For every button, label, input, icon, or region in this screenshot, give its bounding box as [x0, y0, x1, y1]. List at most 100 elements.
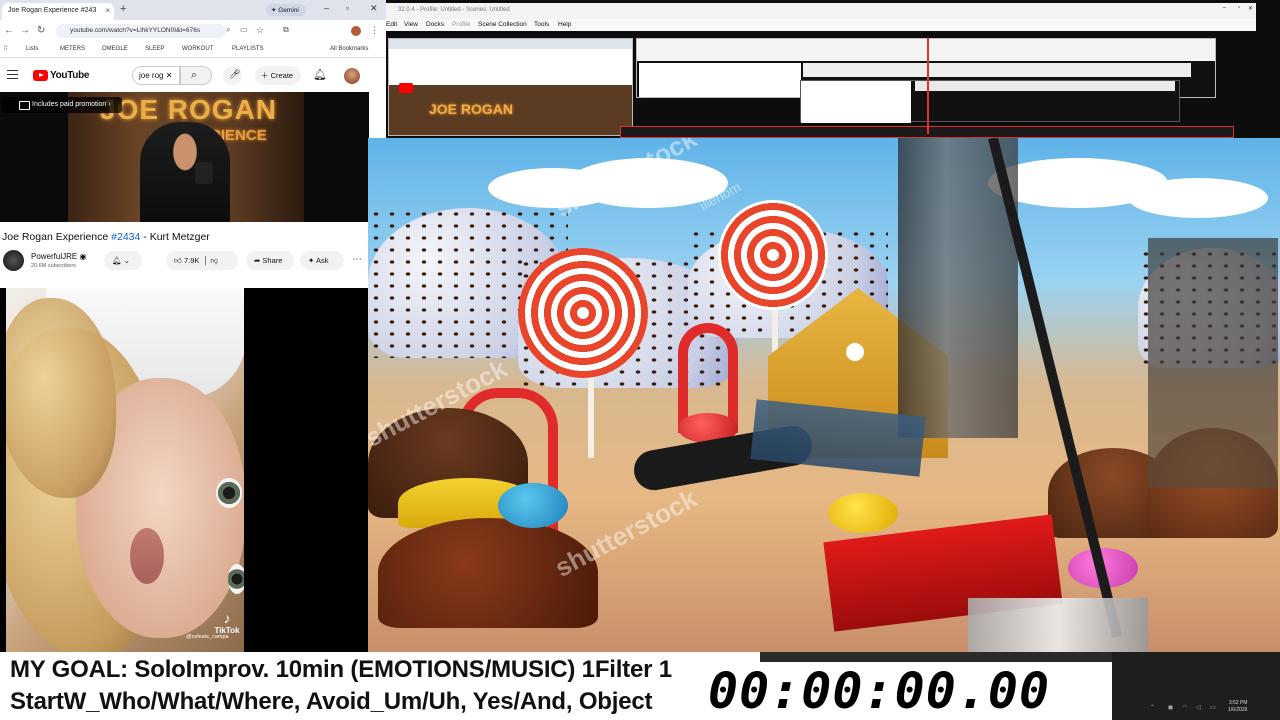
channel-name[interactable]: PowerfulJRE ◉: [31, 252, 86, 261]
swirl-lollipop-large: [518, 248, 648, 378]
reload-icon[interactable]: ↻: [37, 25, 45, 36]
extension-icon[interactable]: ⧉: [283, 25, 289, 35]
close-tab-icon[interactable]: ×: [105, 6, 110, 15]
tab-youtube[interactable]: Joe Rogan Experience #243 ×: [2, 3, 114, 20]
stopwatch-timer: 00:00:00.00: [700, 662, 1112, 720]
share-label: Share: [262, 256, 283, 265]
bookmark-workout[interactable]: WORKOUT: [182, 46, 213, 52]
obs-menubar: Edit View Docks Profile Scene Collection…: [386, 19, 1256, 31]
clock-date: 1/6/2026: [1228, 707, 1248, 713]
share-icon: ➦: [254, 256, 261, 265]
tiktok-video[interactable]: [6, 288, 244, 652]
menu-kebab-icon[interactable]: ⋮: [370, 25, 379, 36]
bookmarks-bar: ⁞⁞ Lists METERS OMEGLE SLEEP WORKOUT PLA…: [0, 42, 386, 58]
channel-avatar[interactable]: [3, 250, 24, 271]
bookmark-sleep[interactable]: SLEEP: [145, 46, 164, 52]
house-window: [846, 343, 864, 361]
bookmark-playlists[interactable]: PLAYLISTS: [232, 46, 264, 52]
forward-icon[interactable]: →: [20, 25, 30, 36]
youtube-logo-icon[interactable]: [33, 70, 48, 81]
zoom-icon[interactable]: ⌕: [226, 25, 230, 35]
thumbs-up-icon: 👍︎: [174, 256, 182, 265]
clear-search-icon[interactable]: ✕: [166, 71, 173, 80]
gumball-blue: [498, 483, 568, 528]
back-icon[interactable]: ←: [4, 25, 14, 36]
sparkle-icon: ✦: [308, 256, 315, 265]
obs-close-icon[interactable]: ✕: [1248, 5, 1253, 12]
watermark: shutterstock: [549, 483, 702, 583]
tiktok-logo: ♪ TikTok: [212, 610, 242, 635]
youtube-logo-text[interactable]: YouTube: [50, 70, 90, 81]
obs-title: 32.0.4 - Profile: Untitled - Scenes: Unt…: [398, 7, 510, 13]
taskbar-clock[interactable]: 3:52 PM 1/6/2026: [1228, 700, 1247, 714]
maximize-icon[interactable]: ▫: [346, 3, 349, 13]
all-bookmarks[interactable]: All Bookmarks: [330, 46, 368, 52]
profile-icon[interactable]: [351, 26, 361, 36]
eye: [228, 564, 244, 594]
new-tab-icon[interactable]: +: [120, 3, 126, 15]
url-field[interactable]: youtube.com/watch?v=LlhkYYLON0I&t=676s: [56, 24, 226, 38]
voice-search-icon[interactable]: 🎤︎: [223, 66, 242, 85]
tab-title: Joe Rogan Experience #243: [8, 7, 97, 14]
menu-docks[interactable]: Docks: [426, 21, 444, 28]
browser-window: Joe Rogan Experience #243 × + ✦ Gemini –…: [0, 0, 386, 288]
obs-preview-nested-3: [800, 80, 1180, 123]
create-label: Create: [270, 71, 294, 80]
search-button[interactable]: ⌕: [180, 66, 212, 85]
host-figure: [140, 122, 230, 222]
minimize-icon[interactable]: –: [324, 3, 329, 13]
paid-promotion-badge[interactable]: Includes paid promotion ›: [2, 97, 122, 113]
apps-icon[interactable]: ⁞⁞: [4, 46, 7, 52]
obs-maximize-icon[interactable]: ▫: [1238, 5, 1240, 11]
share-button[interactable]: ➦ Share: [246, 251, 294, 270]
video-title-guest: - Kurt Metzger: [140, 231, 210, 243]
notifications-bell-icon[interactable]: 🔔︎: [313, 68, 327, 82]
video-title-text: Joe Rogan Experience: [2, 231, 112, 243]
subscribe-bell-button[interactable]: 🔔︎ ⌄: [104, 251, 142, 270]
wifi-icon[interactable]: ◠: [1182, 704, 1187, 711]
goal-line-2: StartW_Who/What/Where, Avoid_Um/Uh, Yes/…: [10, 688, 653, 715]
stream-video-candyland: shutterstock shutterstock shutterstock i…: [368, 138, 1280, 652]
bookmark-meters[interactable]: METERS: [60, 46, 85, 52]
obs-minimize-icon[interactable]: –: [1223, 5, 1226, 11]
lips: [130, 528, 164, 584]
eye: [216, 478, 242, 508]
ask-button[interactable]: ✦ Ask: [300, 251, 344, 270]
menu-tools[interactable]: Tools: [534, 21, 549, 28]
hamburger-menu-icon[interactable]: [7, 70, 18, 79]
close-window-icon[interactable]: ✕: [370, 3, 378, 14]
volume-icon[interactable]: ◁: [1196, 704, 1201, 711]
tiktok-note-icon: ♪: [223, 610, 231, 626]
cloud: [1128, 178, 1268, 218]
search-input[interactable]: joe rog ✕: [132, 66, 180, 85]
clock-time: 3:52 PM: [1228, 700, 1248, 706]
tray-app-icon[interactable]: ◼: [1168, 704, 1173, 711]
video-title-hashtag[interactable]: #2434: [111, 231, 140, 243]
account-avatar[interactable]: [344, 68, 360, 84]
foil-overlay: [968, 598, 1148, 652]
like-count: 7.9K: [183, 256, 200, 265]
cast-icon[interactable]: ▭: [240, 25, 248, 34]
podcast-mic: [195, 162, 213, 184]
obs-preview-nested-1: JOE ROGAN: [388, 38, 633, 136]
menu-help[interactable]: Help: [558, 21, 571, 28]
menu-view[interactable]: View: [404, 21, 418, 28]
figure-overlay: [1148, 238, 1278, 488]
battery-icon[interactable]: ▭: [1210, 704, 1216, 711]
menu-scene-collection[interactable]: Scene Collection: [478, 21, 527, 28]
thumbs-down-icon: 👎︎: [210, 256, 218, 265]
search-value: joe rog: [139, 71, 164, 80]
create-button[interactable]: ＋ Create: [255, 66, 301, 85]
verified-icon: ◉: [79, 252, 87, 261]
bookmark-omegle[interactable]: OMEGLE: [102, 46, 128, 52]
search-icon: ⌕: [191, 69, 198, 81]
gemini-button[interactable]: ✦ Gemini: [266, 4, 306, 16]
gumball-yellow: [828, 493, 898, 533]
like-dislike-button[interactable]: 👍︎ 7.9K │ 👎︎: [166, 251, 238, 270]
bookmark-star-icon[interactable]: ☆: [256, 25, 264, 36]
tray-chevron-icon[interactable]: ⌃: [1150, 704, 1155, 711]
bookmark-lists[interactable]: Lists: [26, 46, 38, 52]
more-actions-icon[interactable]: ⋯: [352, 254, 362, 265]
menu-profile[interactable]: Profile: [452, 21, 470, 28]
menu-edit[interactable]: Edit: [386, 21, 397, 28]
